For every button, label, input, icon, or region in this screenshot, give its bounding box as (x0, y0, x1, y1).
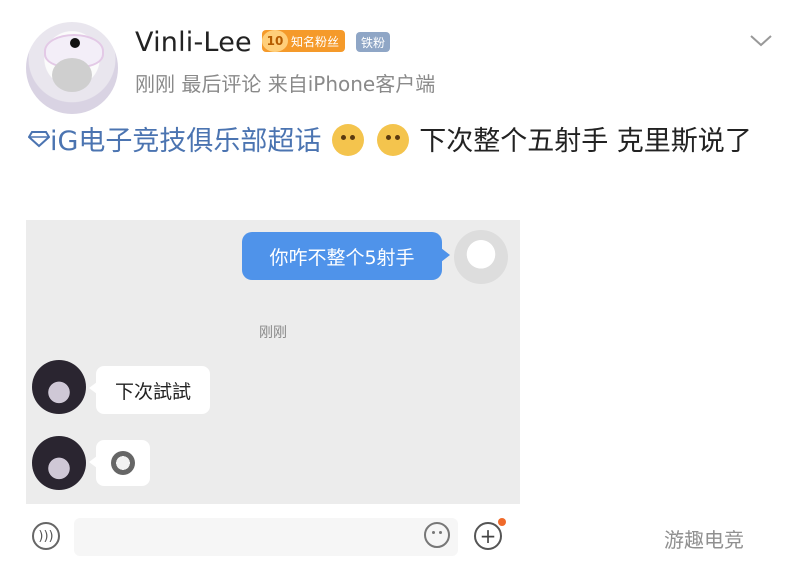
fan-badge-label: 知名粉丝 (291, 34, 340, 49)
diamond-icon (27, 131, 51, 148)
doge-emoji-icon (332, 124, 365, 156)
post-meta: 刚刚 最后评论 来自iPhone客户端 (135, 72, 436, 96)
contact-avatar (32, 360, 86, 414)
avatar-hat-eye (70, 38, 80, 48)
doge-emoji-icon (376, 124, 409, 156)
username[interactable]: Vinli-Lee (135, 27, 252, 58)
incoming-message: 下次試試 (89, 366, 210, 414)
supertopic-link[interactable]: iG电子竞技俱乐部超话 (27, 126, 330, 157)
avatar-cat-face (52, 58, 92, 92)
incoming-sticker-message (89, 440, 150, 486)
chat-screenshot: 你咋不整个5射手 刚刚 下次試試 (26, 220, 520, 504)
chat-input-bar: ))) + (26, 508, 520, 564)
plus-icon[interactable]: + (474, 522, 502, 550)
emoji-icon[interactable] (424, 522, 450, 548)
supertopic-label: iG电子竞技俱乐部超话 (50, 126, 322, 157)
post-body: iG电子竞技俱乐部超话 下次整个五射手 克里斯说了 (27, 120, 768, 164)
self-avatar (454, 230, 508, 284)
watermark: 游趣电竞 (664, 528, 744, 552)
sticker-icon (111, 451, 135, 475)
voice-icon[interactable]: ))) (32, 522, 60, 550)
outgoing-message: 你咋不整个5射手 (242, 232, 450, 280)
fan-badge: 10 知名粉丝 (262, 30, 346, 52)
message-input[interactable] (74, 518, 458, 556)
contact-avatar (32, 436, 86, 490)
post-text: 下次整个五射手 克里斯说了 (419, 126, 752, 157)
iron-fan-badge: 铁粉 (356, 32, 391, 52)
fan-level: 10 (262, 30, 288, 52)
notification-dot (498, 518, 506, 526)
user-avatar[interactable] (26, 22, 118, 114)
chevron-down-icon[interactable] (748, 30, 774, 50)
chat-timestamp: 刚刚 (259, 325, 287, 341)
